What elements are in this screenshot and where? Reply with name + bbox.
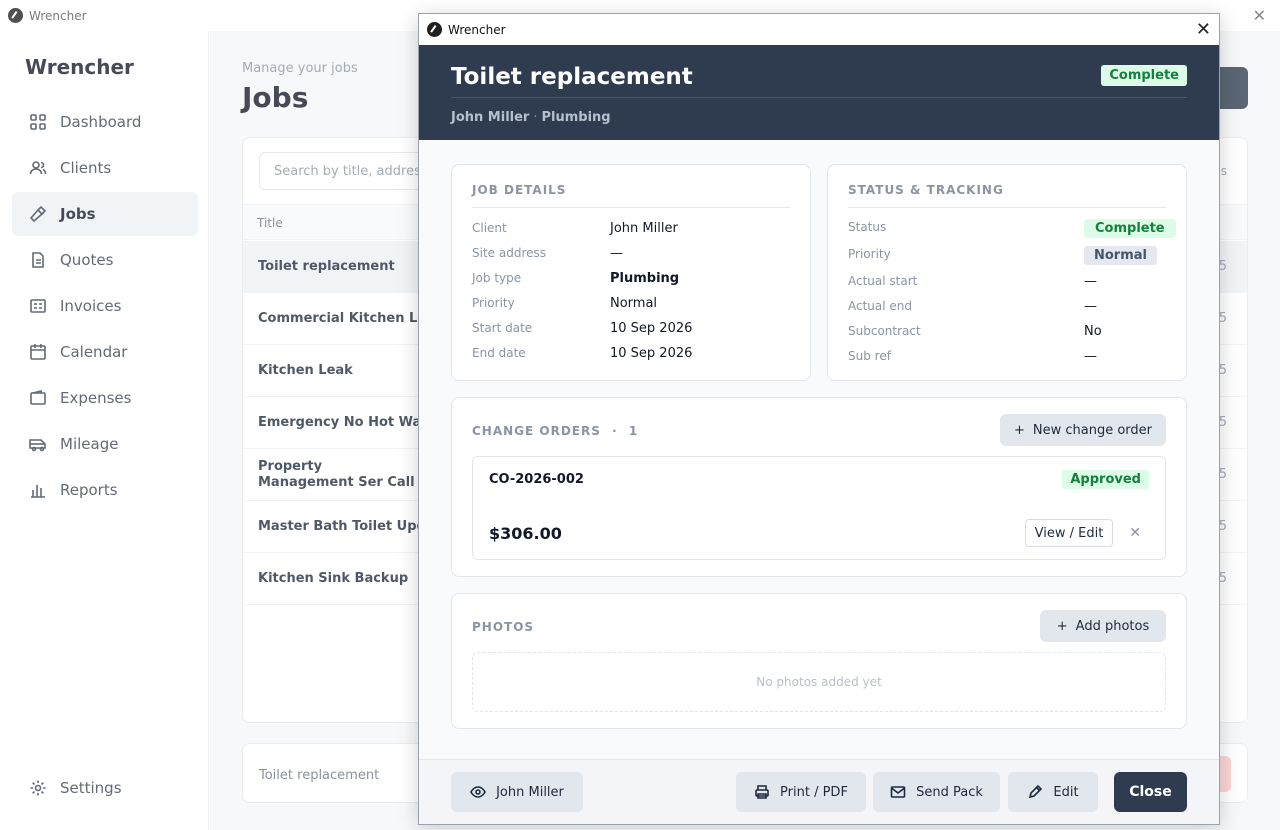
- status-label: Status: [848, 220, 887, 234]
- tracking-value: No: [1084, 324, 1102, 339]
- change-orders-count: 1: [628, 424, 639, 438]
- tracking-label: Actual end: [848, 299, 913, 313]
- mail-icon: [890, 786, 906, 798]
- detail-row: Start date 10 Sep 2026: [472, 321, 790, 336]
- detail-label: End date: [472, 346, 526, 360]
- section-heading: CHANGE ORDERS · 1: [472, 424, 638, 438]
- button-label: Add photos: [1075, 618, 1150, 634]
- close-button[interactable]: Close: [1114, 772, 1187, 812]
- tracking-value: —: [1084, 349, 1097, 364]
- button-label: Edit: [1053, 784, 1079, 800]
- detail-value: Plumbing: [610, 271, 680, 286]
- status-tracking-card: STATUS & TRACKING Status Complete Priorit…: [827, 164, 1187, 381]
- section-heading: JOB DETAILS: [472, 183, 567, 197]
- detail-value: Normal: [610, 296, 658, 311]
- status-value: Complete: [1084, 219, 1176, 238]
- detail-label: Site address: [472, 246, 546, 260]
- change-orders-card: CHANGE ORDERS · 1 + New change order CO-2…: [451, 397, 1187, 577]
- button-label: New change order: [1032, 422, 1153, 438]
- detail-row: Site address —: [472, 246, 790, 261]
- add-photos-button[interactable]: + Add photos: [1040, 610, 1166, 642]
- header-divider: [451, 97, 1187, 98]
- job-detail-modal: Wrencher ✕ Toilet replacement Complete J…: [418, 13, 1220, 825]
- app-logo-icon: [427, 22, 442, 37]
- status-badge: Complete: [1101, 65, 1187, 86]
- detail-value: 10 Sep 2026: [610, 346, 693, 361]
- button-label: Send Pack: [916, 784, 983, 800]
- detail-row: End date 10 Sep 2026: [472, 346, 790, 361]
- modal-title-bar: Wrencher ✕: [419, 14, 1219, 45]
- modal-body: JOB DETAILS Client John Miller Site addre…: [419, 140, 1219, 760]
- photos-empty-state: No photos added yet: [472, 652, 1166, 712]
- job-title: Toilet replacement: [451, 64, 693, 90]
- detail-value: —: [610, 246, 623, 261]
- status-badge: Complete: [1084, 219, 1176, 238]
- job-header: Toilet replacement Complete John Miller ·…: [419, 45, 1219, 140]
- priority-value: Normal: [1084, 246, 1157, 265]
- heading-separator: ·: [612, 424, 618, 438]
- detail-row: Client John Miller: [472, 221, 790, 236]
- pencil-icon: [1029, 784, 1043, 799]
- detail-label: Client: [472, 221, 507, 235]
- meta-separator: ·: [533, 110, 538, 125]
- section-heading: PHOTOS: [472, 620, 535, 634]
- section-heading: STATUS & TRACKING: [848, 183, 1004, 197]
- detail-label: Job type: [472, 271, 522, 285]
- job-trade: Plumbing: [541, 110, 611, 125]
- tracking-label: Subcontract: [848, 324, 921, 338]
- section-divider: [472, 207, 790, 208]
- tracking-label: Actual start: [848, 274, 918, 288]
- edit-button[interactable]: Edit: [1008, 772, 1098, 812]
- detail-label: Start date: [472, 321, 533, 335]
- eye-icon: [470, 786, 486, 798]
- modal-footer: John Miller Print / PDF Send Pack Edit C…: [419, 760, 1219, 824]
- send-pack-button[interactable]: Send Pack: [873, 772, 1000, 812]
- new-change-order-button[interactable]: + New change order: [1000, 414, 1166, 446]
- priority-label: Priority: [848, 247, 891, 261]
- detail-row: Priority Normal: [472, 296, 790, 311]
- detail-row: Job type Plumbing: [472, 271, 790, 286]
- printer-icon: [755, 785, 769, 799]
- job-details-card: JOB DETAILS Client John Miller Site addre…: [451, 164, 811, 381]
- job-meta: John Miller · Plumbing: [451, 110, 611, 125]
- tracking-value: —: [1084, 274, 1097, 289]
- view-edit-button[interactable]: View / Edit: [1025, 519, 1113, 547]
- tracking-value: —: [1084, 299, 1097, 314]
- change-order-number: CO-2026-002: [489, 472, 584, 487]
- change-order-item: CO-2026-002 Approved $306.00 View / Edit…: [472, 456, 1166, 560]
- job-client: John Miller: [451, 110, 530, 125]
- detail-value: John Miller: [610, 221, 678, 236]
- tracking-label: Sub ref: [848, 349, 891, 363]
- plus-icon: +: [1056, 618, 1068, 634]
- button-label: John Miller: [496, 784, 564, 800]
- change-order-amount: $306.00: [489, 524, 562, 543]
- section-divider: [848, 207, 1166, 208]
- close-icon[interactable]: ✕: [1196, 19, 1211, 40]
- change-order-status: Approved: [1062, 470, 1149, 489]
- plus-icon: +: [1013, 422, 1025, 438]
- priority-badge: Normal: [1084, 246, 1157, 265]
- view-client-button[interactable]: John Miller: [451, 772, 583, 812]
- remove-icon[interactable]: ✕: [1129, 525, 1141, 541]
- modal-window-title: Wrencher: [448, 22, 506, 37]
- print-pdf-button[interactable]: Print / PDF: [736, 772, 866, 812]
- detail-label: Priority: [472, 296, 515, 310]
- detail-value: 10 Sep 2026: [610, 321, 693, 336]
- change-orders-heading: CHANGE ORDERS: [472, 424, 601, 438]
- button-label: Print / PDF: [780, 784, 848, 800]
- photos-card: PHOTOS + Add photos No photos added yet: [451, 593, 1187, 729]
